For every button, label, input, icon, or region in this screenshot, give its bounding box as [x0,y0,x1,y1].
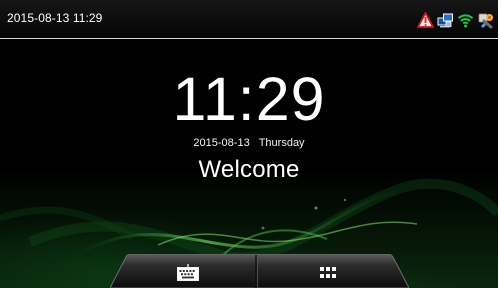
attendance-terminal-screen: 2015-08-13 11:29 11:29 2015-08-13 Thursd… [0,0,498,288]
menu-button[interactable] [257,255,398,288]
wifi-icon [457,12,474,29]
current-weekday: Thursday [258,137,305,149]
alarm-warning-icon [416,10,435,29]
welcome-message: Welcome [198,156,300,183]
current-date: 2015-08-13 [193,137,250,149]
status-datetime: 2015-08-13 11:29 [7,11,103,25]
date-line: 2015-08-13 Thursday [0,137,498,149]
status-bar: 2015-08-13 11:29 [0,0,498,39]
menu-grid-icon [319,267,336,278]
clock-time: 11:29 [172,65,326,133]
tools-icon [477,12,494,29]
keyboard-icon [176,264,199,281]
status-icons [416,10,494,30]
keyboard-button[interactable] [120,255,255,288]
network-link-icon [437,12,454,29]
